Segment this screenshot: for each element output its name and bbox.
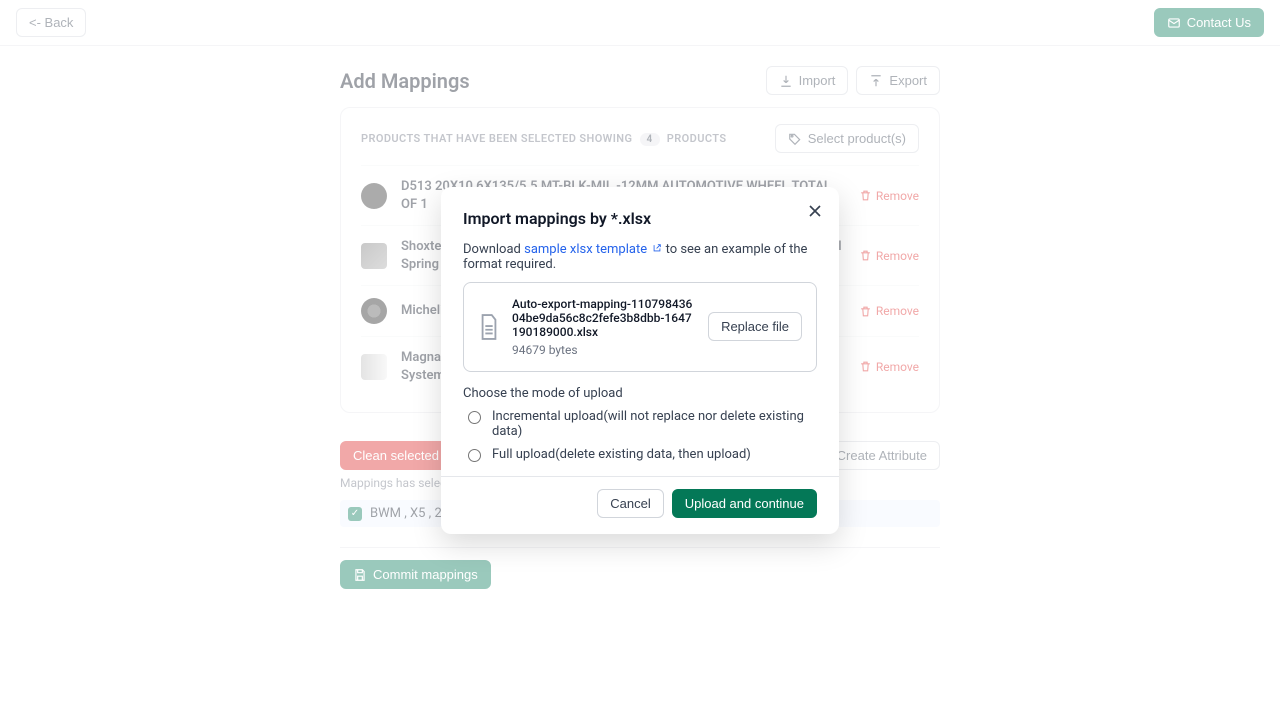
cancel-button[interactable]: Cancel <box>597 489 663 518</box>
uploaded-file-box: Auto-export-mapping-11079843604be9da56c8… <box>463 282 817 372</box>
replace-file-button[interactable]: Replace file <box>708 312 802 341</box>
download-instruction: Download sample xlsx template to see an … <box>463 242 817 272</box>
sample-template-label: sample xlsx template <box>524 242 647 257</box>
mode-full-input[interactable] <box>468 449 481 462</box>
mode-full-radio[interactable]: Full upload(delete existing data, then u… <box>463 447 817 462</box>
external-link-icon <box>652 243 662 253</box>
upload-mode-label: Choose the mode of upload <box>463 386 817 401</box>
modal-divider <box>441 476 839 477</box>
mode-full-label: Full upload(delete existing data, then u… <box>492 447 751 462</box>
modal-overlay: Import mappings by *.xlsx Download sampl… <box>0 0 1280 720</box>
modal-title: Import mappings by *.xlsx <box>463 209 817 228</box>
mode-incremental-input[interactable] <box>468 411 481 424</box>
upload-continue-button[interactable]: Upload and continue <box>672 489 817 518</box>
sample-template-link[interactable]: sample xlsx template <box>524 242 665 257</box>
document-icon <box>478 313 500 341</box>
file-name: Auto-export-mapping-11079843604be9da56c8… <box>512 297 696 339</box>
import-modal: Import mappings by *.xlsx Download sampl… <box>441 187 839 534</box>
download-prefix: Download <box>463 242 524 257</box>
file-size: 94679 bytes <box>512 343 696 357</box>
mode-incremental-radio[interactable]: Incremental upload(will not replace nor … <box>463 409 817 439</box>
close-icon[interactable] <box>805 201 825 221</box>
mode-incremental-label: Incremental upload(will not replace nor … <box>492 409 817 439</box>
